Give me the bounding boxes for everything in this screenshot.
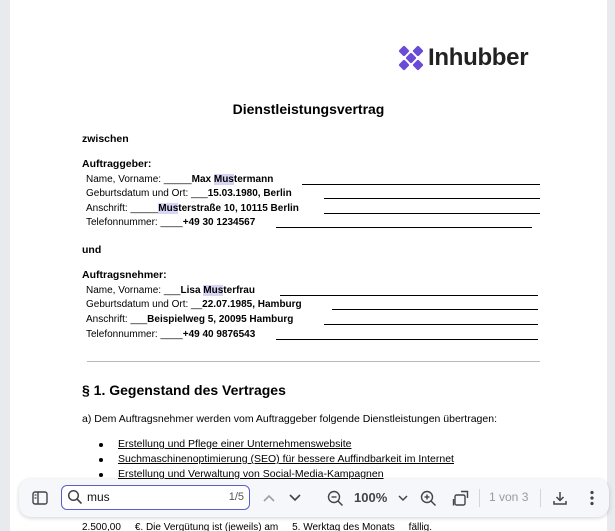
search-highlight: Mus: [213, 174, 234, 185]
search-icon: [67, 489, 83, 505]
contractor-heading: Auftragsnehmer:: [82, 269, 167, 281]
fill-line: [302, 184, 540, 185]
client-name-field: Name, Vorname: _____Max Mustermann: [86, 174, 274, 185]
between-label: zwischen: [82, 133, 129, 145]
page-indicator: 1 von 3: [489, 490, 529, 504]
chevron-down-icon: [398, 494, 408, 501]
sidebar-toggle-icon: [32, 491, 48, 505]
fill-line: [276, 339, 538, 340]
document-page: Inhubber Dienstleistungsvertrag zwischen…: [10, 0, 607, 531]
chevron-down-icon: [289, 494, 301, 502]
next-match-button[interactable]: [285, 488, 305, 508]
toolbar-divider: [479, 489, 480, 507]
fit-page-icon: [452, 490, 468, 506]
more-options-button[interactable]: [582, 488, 602, 508]
contractor-phone-field: Telefonnummer: ____+49 40 9876543: [86, 329, 256, 340]
logo-text: Inhubber: [428, 44, 529, 71]
section-divider: [87, 361, 540, 362]
logo-mark-icon: [398, 45, 424, 71]
download-icon: [553, 492, 567, 505]
and-label: und: [82, 244, 102, 256]
fill-line: [276, 227, 532, 228]
fill-line: [280, 295, 538, 296]
contractor-address-field: Anschrift: ___Beispielweg 5, 20095 Hambu…: [86, 314, 294, 325]
contractor-dob-field: Geburtsdatum und Ort: __22.07.1985, Hamb…: [86, 299, 302, 310]
toolbar-divider: [540, 489, 541, 507]
download-button[interactable]: [550, 488, 570, 508]
section1-heading: § 1. Gegenstand des Vertrages: [82, 382, 286, 398]
section1-paragraph: a) Dem Auftragsnehmer werden vom Auftrag…: [82, 413, 497, 425]
client-heading: Auftraggeber:: [82, 158, 152, 170]
fill-line: [324, 213, 540, 214]
zoom-dropdown-button[interactable]: [393, 488, 413, 508]
client-address-field: Anschrift: _____Musterstraße 10, 10115 B…: [86, 203, 299, 214]
more-vertical-icon: [590, 490, 594, 506]
list-item: Erstellung und Pflege einer Unternehmens…: [99, 437, 454, 452]
payment-line: 2.500,00 __€. Die Vergütung ist (jeweils…: [82, 522, 433, 531]
zoom-level[interactable]: 100%: [354, 490, 387, 505]
zoom-out-icon: [327, 490, 343, 506]
contractor-name-field: Name, Vorname: ___Lisa Musterfrau: [86, 285, 255, 296]
chevron-up-icon: [263, 494, 275, 502]
previous-match-button[interactable]: [259, 488, 279, 508]
zoom-out-button[interactable]: [325, 488, 345, 508]
search-input[interactable]: [87, 489, 207, 505]
match-count: 1/5: [228, 491, 244, 503]
client-dob-field: Geburtsdatum und Ort: ___15.03.1980, Ber…: [86, 188, 292, 199]
search-highlight: Mus: [158, 203, 179, 214]
client-phone-field: Telefonnummer: ____+49 30 1234567: [86, 217, 256, 228]
search-highlight: Mus: [203, 285, 224, 296]
fill-line: [324, 324, 538, 325]
fill-line: [324, 198, 540, 199]
zoom-in-button[interactable]: [418, 488, 438, 508]
find-toolbar: 1/5 100% 1 von 3: [19, 479, 609, 517]
document-title: Dienstleistungsvertrag: [232, 101, 385, 117]
zoom-in-icon: [420, 490, 436, 506]
inhubber-logo: Inhubber: [398, 44, 529, 72]
fit-page-button[interactable]: [450, 488, 470, 508]
sidebar-toggle-button[interactable]: [30, 488, 50, 508]
list-item: Suchmaschinenoptimierung (SEO) für besse…: [99, 452, 454, 467]
fill-line: [332, 309, 538, 310]
search-box: 1/5: [61, 485, 250, 510]
services-list: Erstellung und Pflege einer Unternehmens…: [99, 437, 454, 482]
